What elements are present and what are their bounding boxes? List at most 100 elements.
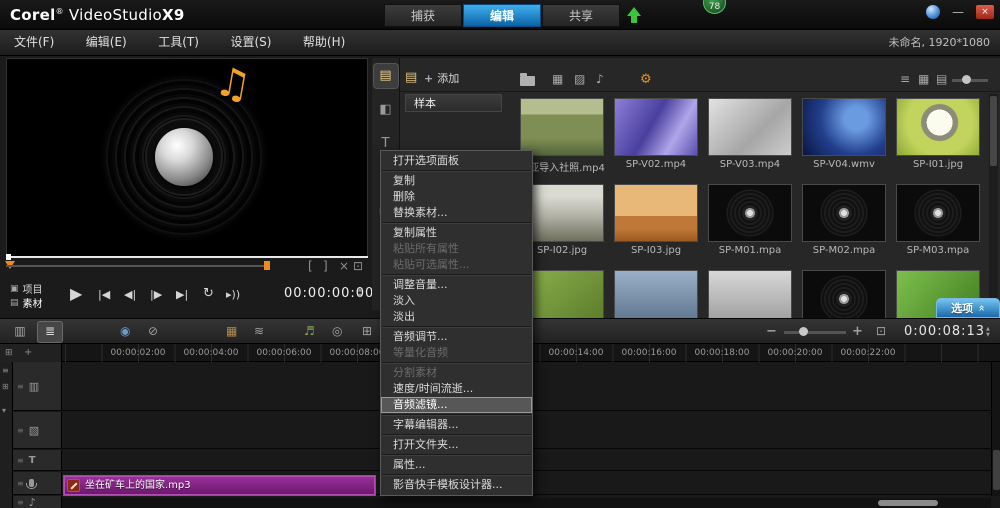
video-track-header[interactable]: ≡ ▥	[13, 362, 62, 410]
music-track-header[interactable]: ≡ ♪	[13, 496, 62, 508]
detail-view-icon[interactable]: ▤	[936, 72, 947, 86]
library-item[interactable]: SP-M02.mpa	[797, 180, 891, 266]
collapse-tracks-icon[interactable]: ▾	[2, 406, 6, 415]
menu-item-adjust-volume[interactable]: 调整音量...	[381, 277, 532, 293]
menu-item-open-options-panel[interactable]: 打开选项面板	[381, 153, 532, 169]
help-orb-icon[interactable]	[926, 5, 940, 19]
add-folder-button[interactable]: +添加	[424, 70, 459, 86]
library-item[interactable]: SP-V03.mp4	[703, 94, 797, 180]
prev-frame-button[interactable]: ◀|	[124, 288, 136, 301]
menu-item-normalize-audio[interactable]: 等量化音频	[381, 345, 532, 361]
mark-in-button[interactable]: [	[308, 259, 313, 273]
timeline-zoom-slider[interactable]	[784, 331, 846, 334]
import-folder-icon[interactable]	[520, 76, 535, 86]
vertical-scrollbar-thumb[interactable]	[993, 450, 1000, 490]
storyboard-view-button[interactable]: ▥	[8, 322, 32, 342]
timeline-view-button[interactable]: ≣	[38, 322, 62, 342]
capture-options-icon[interactable]: ▦	[226, 324, 237, 338]
zoom-out-icon[interactable]: −	[766, 324, 777, 339]
menu-item-split-clip[interactable]: 分割素材	[381, 365, 532, 381]
sound-mixer-icon[interactable]: ≋	[254, 324, 264, 338]
motion-tracking-icon[interactable]: ◎	[332, 324, 342, 338]
timeline-vertical-scrollbar[interactable]	[991, 362, 1000, 496]
menu-file[interactable]: 文件(F)	[0, 30, 68, 55]
add-track-icon[interactable]: ⊞	[2, 382, 9, 391]
project-mode-toggle[interactable]: ▣ 项目	[10, 281, 43, 296]
trim-end-handle[interactable]	[264, 261, 270, 270]
clip-mode-toggle[interactable]: ▤ 素材	[10, 295, 43, 310]
track-plus-icon[interactable]: +	[24, 347, 32, 358]
menu-item-properties[interactable]: 属性...	[381, 457, 532, 473]
library-item-partial[interactable]	[609, 266, 703, 318]
record-capture-icon[interactable]: ◉	[120, 324, 130, 338]
play-button[interactable]: ▶	[70, 284, 82, 303]
menu-item-paste-all-attributes[interactable]: 粘贴所有属性	[381, 241, 532, 257]
menu-item-audio-filter[interactable]: 音频滤镜...	[381, 397, 532, 413]
menu-item-speed-timelapse[interactable]: 速度/时间流逝...	[381, 381, 532, 397]
menu-item-fastflick-designer[interactable]: 影音快手模板设计器...	[381, 477, 532, 493]
menu-item-delete[interactable]: 删除	[381, 189, 532, 205]
trim-bar[interactable]	[6, 265, 268, 267]
track-menu-icon[interactable]: ≡	[17, 382, 24, 391]
filter-audio-icon[interactable]: ♪	[596, 72, 604, 86]
tab-edit[interactable]: 编辑	[463, 4, 541, 27]
overlay-track-header[interactable]: ≡ ▧	[13, 412, 62, 448]
jump-end-button[interactable]: ▶|	[176, 288, 188, 301]
timeline-timecode-stepper[interactable]: ▲ ▼	[986, 327, 990, 338]
menu-settings[interactable]: 设置(S)	[216, 30, 285, 55]
tab-capture[interactable]: 捕获	[384, 4, 462, 27]
gallery-item-samples[interactable]: 样本	[405, 94, 502, 112]
list-view-icon[interactable]: ≡	[900, 72, 910, 86]
library-item[interactable]: SP-V02.mp4	[609, 94, 703, 180]
rail-transition-button[interactable]: ◧	[374, 98, 398, 122]
auto-music-icon[interactable]: ♬	[304, 324, 315, 338]
rail-media-button[interactable]: ▤	[374, 64, 398, 88]
split-clip-icon[interactable]: ⊘	[148, 324, 158, 338]
step-down-icon[interactable]: ▼	[986, 333, 990, 338]
menu-item-subtitle-editor[interactable]: 字幕编辑器...	[381, 417, 532, 433]
menu-item-replace-clip[interactable]: 替换素材...	[381, 205, 532, 221]
fit-project-icon[interactable]: ⊡	[876, 324, 886, 338]
menu-tools[interactable]: 工具(T)	[144, 30, 213, 55]
menu-item-copy-attributes[interactable]: 复制属性	[381, 225, 532, 241]
library-item[interactable]: SP-M01.mpa	[703, 180, 797, 266]
audio-clip[interactable]: 坐在矿车上的国家.mp3	[64, 476, 375, 495]
library-item[interactable]: SP-I03.jpg	[609, 180, 703, 266]
track-menu-icon[interactable]: ≡	[17, 426, 24, 435]
grid-view-icon[interactable]: ▦	[918, 72, 929, 86]
library-scrollbar-thumb[interactable]	[990, 96, 997, 166]
minimize-button[interactable]: —	[952, 6, 964, 18]
menu-item-open-folder[interactable]: 打开文件夹...	[381, 437, 532, 453]
title-track-header[interactable]: ≡ T	[13, 450, 62, 470]
jump-start-button[interactable]: |◀	[98, 288, 110, 301]
timeline-horizontal-scrollbar[interactable]	[62, 498, 991, 508]
menu-item-fade-out[interactable]: 淡出	[381, 309, 532, 325]
subtitle-editor-icon[interactable]: ⊞	[362, 324, 372, 338]
repeat-button[interactable]: ↻	[203, 286, 214, 301]
preview-progress-handle[interactable]	[6, 254, 11, 260]
filter-video-icon[interactable]: ▦	[552, 72, 563, 86]
thumbnail-zoom-knob[interactable]	[962, 75, 971, 84]
sort-gear-icon[interactable]: ⚙	[640, 72, 652, 87]
horizontal-scrollbar-thumb[interactable]	[878, 500, 938, 506]
library-item[interactable]: SP-V04.wmv	[797, 94, 891, 180]
volume-button[interactable]: ▸))	[226, 288, 240, 301]
enlarge-preview-button[interactable]: ⊡	[353, 259, 363, 273]
menu-item-audio-tuning[interactable]: 音频调节...	[381, 329, 532, 345]
menu-help[interactable]: 帮助(H)	[289, 30, 359, 55]
menu-item-fade-in[interactable]: 淡入	[381, 293, 532, 309]
menu-edit[interactable]: 编辑(E)	[72, 30, 141, 55]
preview-progress-bar[interactable]	[6, 256, 368, 258]
library-scrollbar[interactable]	[989, 94, 998, 318]
upgrade-arrow-icon[interactable]	[626, 7, 642, 25]
track-menu-icon[interactable]: ≡	[17, 479, 24, 488]
timecode-stepper[interactable]: ▲ ▼	[358, 288, 362, 299]
library-item-partial[interactable]	[797, 266, 891, 318]
close-button[interactable]: ×	[976, 5, 994, 19]
track-menu-icon[interactable]: ≡	[17, 498, 24, 507]
voice-track-header[interactable]: ≡	[13, 472, 62, 494]
menu-item-paste-optional-attributes[interactable]: 粘贴可选属性...	[381, 257, 532, 273]
mark-out-button[interactable]: ]	[323, 259, 328, 273]
library-item-partial[interactable]	[703, 266, 797, 318]
step-down-icon[interactable]: ▼	[358, 294, 362, 299]
